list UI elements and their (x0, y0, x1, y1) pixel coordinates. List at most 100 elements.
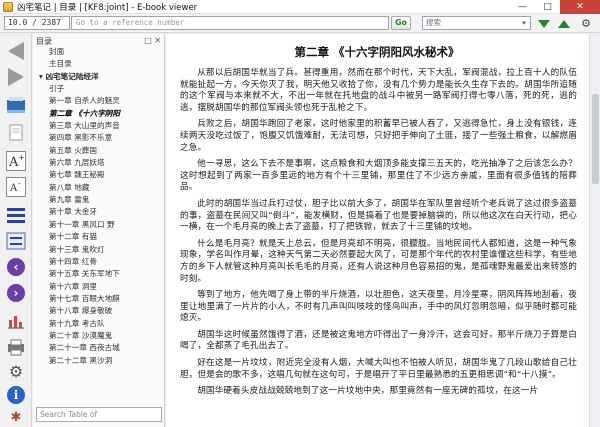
books-icon (7, 97, 25, 113)
top-toolbar: 10.0 / 2387 Go to a reference number Go … (0, 14, 600, 33)
toc-item[interactable]: 第一章 自杀人的魅灵 (33, 95, 165, 107)
toc-item[interactable]: 第十二章 有猫 (33, 231, 165, 243)
toc-list: 封面主目录 ▾ 凶宅笔记陆经洋 引子 第一章 自杀人的魅灵 第二章 《十六字阴阳 第三章 … (33, 46, 165, 367)
printer-icon (8, 339, 24, 356)
library-button[interactable] (5, 94, 27, 116)
close-icon[interactable]: ✕ (154, 36, 161, 45)
minimize-button[interactable]: — (510, 0, 535, 14)
vertical-scrollbar[interactable] (589, 34, 600, 427)
search-placeholder: 搜索 (426, 18, 441, 27)
toc-item[interactable]: 第六章 九层妖塔 (33, 157, 165, 169)
toc-item[interactable]: 第十七章 百眼大地麒 (33, 293, 165, 305)
arrow-left-icon (8, 42, 24, 60)
search-input[interactable]: 搜索 ▾ (422, 16, 531, 30)
toc-item[interactable]: 第二十二章 黑沙洞 (33, 355, 165, 367)
toc-item[interactable]: 主目录 (33, 58, 165, 70)
toc-item[interactable]: ▾ 凶宅笔记陆经洋 (33, 71, 165, 83)
arrow-right-icon (8, 68, 24, 86)
gear-icon: ⚙ (581, 17, 591, 30)
toc-item[interactable]: 第十一章 黑风口 野 (33, 219, 165, 231)
font-decrease-icon: A- (6, 177, 26, 197)
copy-button[interactable] (5, 122, 27, 144)
toc-item-label: 第十八章 爆身敬破 (49, 306, 113, 316)
preferences-button[interactable]: ⚙ (5, 360, 27, 382)
paragraph: 胡国华这时候虽然饿得了酒，还是被这鬼地方吓得出了一身冷汗，这会可好，那半斤烧刀子… (180, 329, 577, 352)
toc-item[interactable]: 第八章 地藏 (33, 182, 165, 194)
toc-item-label: 第二十二章 黑沙洞 (49, 355, 113, 365)
toc-item[interactable]: 第十四章 红骨 (33, 256, 165, 268)
metadata-button[interactable]: i (5, 384, 27, 406)
chapter-title: 第二章 《十六字阴阳风水秘术》 (294, 45, 460, 59)
toc-item[interactable]: 封面 (33, 46, 165, 58)
toc-item[interactable]: 第二十章 沙漠魔鬼 (33, 330, 165, 342)
reference-input[interactable]: Go to a reference number (71, 16, 389, 30)
toc-item[interactable]: 引子 (33, 83, 165, 95)
toc-item-label: 凶宅笔记陆经洋 (45, 71, 99, 81)
font-increase-icon: A + (6, 151, 26, 171)
next-page-button[interactable]: › (5, 282, 27, 304)
bookmark-button[interactable] (5, 230, 27, 252)
toc-item-label: 第八章 地藏 (49, 182, 90, 192)
book-content[interactable]: 第二章 《十六字阴阳风水秘术》 从那以后胡国华就当了兵。甚得重用，然而在那个时代… (166, 34, 600, 427)
svg-text:+: + (18, 153, 25, 162)
find-previous-button[interactable] (556, 17, 572, 30)
forward-button[interactable] (5, 66, 27, 88)
toc-item-label: 第九章 雷鬼 (49, 195, 90, 205)
previous-page-button[interactable]: ‹ (5, 256, 27, 278)
toc-item-current[interactable]: 第二章 《十六字阴阳 (33, 108, 165, 120)
toc-item-label: 第十二章 有猫 (49, 232, 97, 242)
toc-item-label: 第五章 火葬国 (49, 145, 97, 155)
app-icon (3, 1, 13, 12)
toc-item[interactable]: 第十六章 洞里 (33, 281, 165, 293)
title-bar: 凶宅笔记 | 目录 | [KF8:joint] - E-book viewer … (0, 0, 600, 14)
toc-item-label: 第十七章 百眼大地麒 (49, 293, 120, 303)
toc-item-label: 第四章 黑影不乐意 (49, 133, 113, 143)
toc-search-input[interactable]: Search Table of (36, 407, 162, 422)
info-icon: i (7, 386, 25, 404)
toc-item[interactable]: 第七章 魏王秘殿 (33, 169, 165, 181)
maximize-button[interactable]: □ (535, 0, 560, 14)
tools-button[interactable]: ✱ (5, 406, 27, 427)
toc-item[interactable]: 第九章 雷鬼 (33, 194, 165, 206)
toc-item-label: 第二十一章 西夜古城 (49, 343, 120, 353)
toc-item[interactable]: 第十章 大金牙 (33, 206, 165, 218)
toc-item-label: 第十四章 红骨 (49, 256, 97, 266)
toc-item[interactable]: 第十八章 爆身敬破 (33, 305, 165, 317)
toc-item-label: 第十章 大金牙 (49, 207, 97, 217)
window-controls: — □ ✕ (510, 0, 600, 14)
toc-item[interactable]: 第十九章 考古队 (33, 318, 165, 330)
reference-mode-button[interactable] (5, 310, 27, 332)
window-title: 凶宅笔记 | 目录 | [KF8:joint] - E-book viewer (17, 2, 198, 13)
document-icon (9, 124, 23, 141)
toc-item[interactable]: 第十五章 关东军地下 (33, 268, 165, 280)
toc-item[interactable]: 第四章 黑影不乐意 (33, 132, 165, 144)
toc-button[interactable] (5, 204, 27, 226)
chart-icon (8, 316, 24, 329)
toc-item-label: 第三章 大山里的声音 (49, 121, 120, 131)
go-button[interactable]: Go (391, 16, 411, 30)
toc-item-label: 第七章 魏王秘殿 (49, 170, 105, 180)
toolbar-options-button[interactable]: ⚙ (578, 17, 594, 30)
chevron-down-icon[interactable]: ▾ (519, 18, 529, 28)
position-input[interactable]: 10.0 / 2387 (4, 16, 70, 30)
toc-item[interactable]: 第二十一章 西夜古城 (33, 342, 165, 354)
scrollbar-thumb[interactable] (592, 94, 599, 184)
toc-item-label: 封面 (49, 47, 65, 56)
toc-item[interactable]: 第五章 火葬国 (33, 145, 165, 157)
find-next-button[interactable] (536, 17, 552, 30)
float-icon[interactable]: □ (144, 36, 152, 45)
svg-text:-: - (18, 179, 21, 188)
back-button[interactable] (5, 40, 27, 62)
arrow-up-icon (558, 19, 570, 28)
toc-item-label: 第十六章 洞里 (49, 281, 97, 291)
increase-font-button[interactable]: A + (5, 150, 27, 172)
toc-item-label: 第二十章 沙漠魔鬼 (49, 330, 113, 340)
left-toolbar: A + A- ‹ › ⚙ i ✱ (0, 34, 32, 427)
print-button[interactable] (5, 336, 27, 358)
decrease-font-button[interactable]: A- (5, 176, 27, 198)
paragraph: 此时的胡国华当过兵打过仗，胆子比以前大多了，胡国华在军队里曾经听个老兵说了这过很… (180, 198, 577, 233)
close-button[interactable]: ✕ (560, 0, 600, 14)
paragraph: 什么是毛月亮？就是天上总云，但是月亮却不明亮，很朦胧。当地民间代人都知道，这是一… (180, 238, 577, 284)
toc-item[interactable]: 第三章 大山里的声音 (33, 120, 165, 132)
toc-item[interactable]: 第十三章 鬼吹灯 (33, 244, 165, 256)
